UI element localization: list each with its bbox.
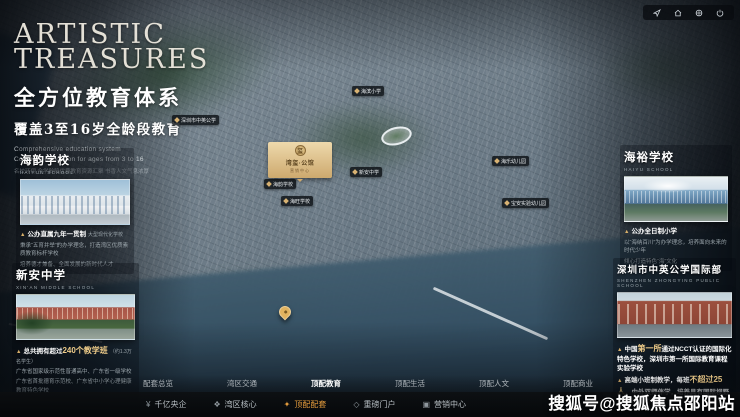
map-label-school[interactable]: 海旺学校 [281, 196, 313, 206]
school-feature: ▲公办直属九年一贯制大型现代化学校 [20, 230, 130, 240]
school-photo [617, 292, 732, 338]
locate-icon[interactable] [653, 9, 661, 17]
building-icon: ▣ [422, 400, 430, 409]
plaque-subtitle: 营销中心 [272, 168, 328, 174]
bullet-triangle-icon: ▲ [20, 232, 25, 238]
tab-education[interactable]: 顶配教育 [284, 378, 368, 389]
brand-emblem-icon: 玺 [295, 145, 306, 156]
school-desc: 以“海纳百川”为办学理念，培养面向未来的时代少年 [624, 239, 728, 256]
school-marker-icon [283, 198, 289, 204]
nav-item-sales-center[interactable]: ▣营销中心 [422, 399, 466, 410]
nav-item-gateway[interactable]: ◇重磅门户 [353, 399, 395, 410]
map-label-school[interactable]: 新安中学 [350, 167, 382, 177]
feature-highlight: 240个教学班 [62, 346, 107, 355]
school-name: 海裕学校 [624, 149, 728, 165]
yuan-badge-icon: ¥ [146, 400, 150, 409]
hero-headline: 全方位教育体系 [14, 82, 209, 112]
feature-highlight: 第一所 [637, 344, 661, 353]
stadium [379, 124, 413, 149]
tab-overview[interactable]: 配套总览 [116, 378, 200, 389]
green-peninsula [148, 268, 353, 380]
location-pin-icon[interactable] [277, 304, 294, 321]
presentation-stage: ARTISTIC TREASURES 全方位教育体系 覆盖3至16岁全龄段教育 … [0, 0, 740, 417]
school-name: 海韵学校 [20, 152, 130, 168]
school-photo [16, 294, 135, 340]
bullet-triangle-icon: ▲ [16, 349, 21, 355]
school-name-en: HAIYUN SCHOOL [20, 170, 130, 175]
school-marker-icon [174, 117, 180, 123]
school-feature: ▲中国第一所通过NCCT认证的国际化特色学校，深圳市第一所国际教育课程实验学校 [617, 343, 732, 373]
globe-icon[interactable] [695, 9, 703, 17]
school-name-en: SHENZHEN ZHONGYING PUBLIC SCHOOL [617, 278, 732, 288]
school-feature: ▲总共拥有超过240个教学班（约1.3万名学生） [16, 345, 135, 366]
nav-item-bay-core[interactable]: ❖湾区核心 [213, 399, 256, 410]
school-marker-icon [352, 169, 358, 175]
school-feature: ▲公办全日制小学 [624, 227, 728, 237]
tab-transport[interactable]: 湾区交通 [200, 378, 284, 389]
nav-item-amenities[interactable]: ✦顶配配套 [284, 399, 327, 410]
school-marker-icon [266, 181, 272, 187]
watermark: 搜狐号@搜狐焦点邵阳站 [548, 390, 735, 414]
compass-icon: ❖ [213, 400, 220, 409]
school-name-en: XIN'AN MIDDLE SCHOOL [16, 285, 135, 290]
diamond-star-icon: ✦ [284, 400, 291, 409]
plaque-title: 湾玺·公馆 [272, 158, 328, 167]
school-name: 新安中学 [16, 267, 135, 283]
nav-item-enterprise[interactable]: ¥千亿央企 [146, 399, 186, 410]
tab-commerce[interactable]: 顶配商业 [536, 378, 620, 389]
map-label-school[interactable]: 海滨小学 [352, 86, 384, 96]
school-marker-icon [494, 158, 500, 164]
bullet-triangle-icon: ▲ [617, 347, 622, 353]
window-control-bar [643, 5, 734, 20]
school-marker-icon [504, 200, 510, 206]
map-label-school[interactable]: 海乐幼儿园 [492, 156, 529, 166]
map-label-school[interactable]: 深圳市中英公学 [172, 115, 219, 125]
school-name-en: HAIYU SCHOOL [624, 167, 728, 172]
school-name: 深圳市中英公学国际部 [617, 262, 732, 276]
gateway-icon: ◇ [353, 400, 359, 409]
tab-living[interactable]: 顶配生活 [368, 378, 452, 389]
home-icon[interactable] [674, 9, 682, 17]
hero-title-line2: TREASURES [14, 47, 209, 72]
school-marker-icon [354, 88, 360, 94]
bullet-triangle-icon: ▲ [624, 229, 629, 235]
school-card-haiyu[interactable]: 海裕学校 HAIYU SCHOOL ▲公办全日制小学 以“海纳百川”为办学理念，… [620, 145, 732, 271]
project-plaque[interactable]: 玺 湾玺·公馆 营销中心 [268, 142, 332, 178]
map-label-school[interactable]: 海韵学校 [264, 179, 296, 189]
map-label-school[interactable]: 宝安实验幼儿园 [502, 198, 549, 208]
school-photo [20, 179, 130, 225]
school-photo [624, 176, 728, 222]
park-area [595, 34, 730, 106]
power-icon[interactable] [716, 9, 724, 17]
school-desc: 秉承“五育并举”的办学理念，打造湾区优质素质教育标杆学校 [20, 242, 130, 259]
tab-culture[interactable]: 顶配人文 [452, 378, 536, 389]
school-card-haiyun[interactable]: 海韵学校 HAIYUN SCHOOL ▲公办直属九年一贯制大型现代化学校 秉承“… [16, 148, 134, 274]
bridge [433, 287, 548, 341]
hero-title-en: ARTISTIC TREASURES [14, 22, 209, 73]
